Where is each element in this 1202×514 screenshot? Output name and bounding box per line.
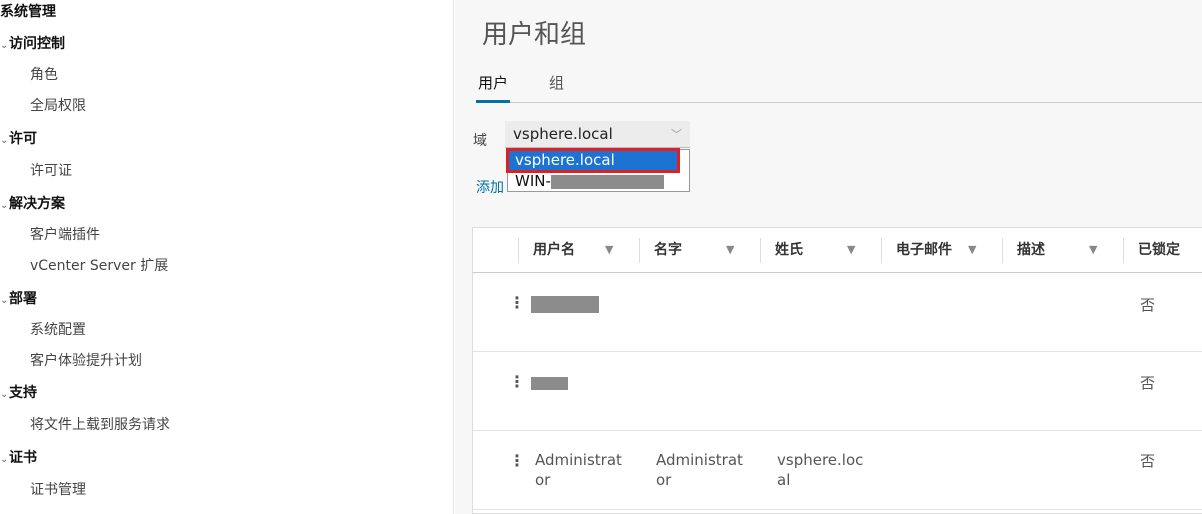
domain-select[interactable]: vsphere.local ﹀ bbox=[505, 121, 690, 148]
sidebar-item-ceip[interactable]: 客户体验提升计划 bbox=[30, 347, 142, 375]
tab-groups[interactable]: 组 bbox=[549, 68, 564, 100]
column-header-first-name[interactable]: 名字 ▼ bbox=[654, 228, 754, 272]
sidebar-root-title[interactable]: 系统管理 bbox=[0, 0, 56, 26]
domain-option-vsphere-local[interactable]: vsphere.local bbox=[506, 148, 680, 173]
sidebar-item-client-plugins[interactable]: 客户端插件 bbox=[30, 221, 100, 249]
add-user-link[interactable]: 添加 bbox=[476, 177, 504, 197]
sidebar-item-system-configuration[interactable]: 系统配置 bbox=[30, 316, 86, 344]
locked-cell: 否 bbox=[1140, 374, 1156, 392]
column-divider[interactable] bbox=[760, 238, 761, 263]
domain-dropdown-list: vsphere.local WIN- bbox=[506, 148, 690, 192]
redacted-username bbox=[531, 296, 599, 313]
column-header-label: 用户名 bbox=[533, 242, 575, 258]
column-header-label: 描述 bbox=[1017, 242, 1045, 258]
sidebar: 系统管理 ⌄访问控制 角色 全局权限 ⌄许可 许可证 ⌄解决方案 客户端插件 v… bbox=[0, 0, 454, 514]
sidebar-section-deployment[interactable]: ⌄部署 bbox=[0, 285, 37, 313]
domain-option-win[interactable]: WIN- bbox=[508, 171, 689, 192]
sidebar-item-licenses[interactable]: 许可证 bbox=[30, 157, 72, 185]
sidebar-section-label: 许可 bbox=[9, 131, 37, 147]
chevron-down-icon: ﹀ bbox=[671, 128, 682, 141]
sidebar-item-global-permissions[interactable]: 全局权限 bbox=[30, 92, 86, 120]
kebab-menu-icon[interactable]: ⋮ bbox=[509, 372, 525, 391]
chevron-down-icon[interactable]: ⌄ bbox=[0, 287, 9, 315]
chevron-down-icon[interactable]: ⌄ bbox=[0, 446, 9, 474]
column-header-locked[interactable]: 已锁定 bbox=[1138, 228, 1202, 272]
sidebar-section-label: 访问控制 bbox=[9, 36, 65, 52]
sidebar-section-licensing[interactable]: ⌄许可 bbox=[0, 125, 37, 153]
sidebar-item-certificate-management[interactable]: 证书管理 bbox=[30, 476, 86, 504]
table-row[interactable]: ⋮ Administrator Administrator vsphere.lo… bbox=[473, 431, 1202, 510]
chevron-down-icon[interactable]: ⌄ bbox=[0, 381, 9, 409]
column-header-username[interactable]: 用户名 ▼ bbox=[533, 228, 633, 272]
column-header-label: 名字 bbox=[654, 242, 682, 258]
column-divider[interactable] bbox=[1002, 238, 1003, 263]
sidebar-item-vcenter-extensions[interactable]: vCenter Server 扩展 bbox=[30, 252, 168, 280]
sidebar-item-roles[interactable]: 角色 bbox=[30, 61, 58, 89]
table-header: 用户名 ▼ 名字 ▼ 姓氏 ▼ 电子邮件 ▼ 描述 ▼ 已锁定 bbox=[473, 228, 1202, 273]
filter-icon[interactable]: ▼ bbox=[726, 228, 734, 272]
first-name-cell: Administrator bbox=[656, 451, 743, 489]
table-row[interactable]: ⋮ 否 bbox=[473, 352, 1202, 431]
users-table: 用户名 ▼ 名字 ▼ 姓氏 ▼ 电子邮件 ▼ 描述 ▼ 已锁定 ⋮ 否 ⋮ 否 … bbox=[472, 227, 1202, 514]
sidebar-section-label: 证书 bbox=[9, 450, 37, 466]
column-header-description[interactable]: 描述 ▼ bbox=[1017, 228, 1117, 272]
column-header-last-name[interactable]: 姓氏 ▼ bbox=[775, 228, 875, 272]
sidebar-item-upload-file-to-service-request[interactable]: 将文件上载到服务请求 bbox=[30, 411, 170, 439]
column-divider[interactable] bbox=[881, 238, 882, 263]
sidebar-section-certificates[interactable]: ⌄证书 bbox=[0, 444, 37, 472]
column-header-email[interactable]: 电子邮件 ▼ bbox=[896, 228, 996, 272]
redacted-block bbox=[550, 174, 664, 189]
last-name-cell: vsphere.local bbox=[777, 451, 864, 489]
tab-users[interactable]: 用户 bbox=[476, 68, 511, 103]
username-cell: Administrator bbox=[535, 451, 622, 489]
sidebar-section-label: 部署 bbox=[9, 291, 37, 307]
filter-icon[interactable]: ▼ bbox=[1089, 228, 1097, 272]
chevron-down-icon[interactable]: ⌄ bbox=[0, 192, 9, 220]
column-divider bbox=[518, 238, 519, 263]
sidebar-section-solutions[interactable]: ⌄解决方案 bbox=[0, 190, 65, 218]
locked-cell: 否 bbox=[1140, 452, 1156, 470]
kebab-menu-icon[interactable]: ⋮ bbox=[509, 293, 525, 312]
sidebar-section-access-control[interactable]: ⌄访问控制 bbox=[0, 30, 65, 58]
table-row[interactable]: ⋮ 否 bbox=[473, 273, 1202, 352]
sidebar-section-label: 支持 bbox=[9, 385, 37, 401]
filter-icon[interactable]: ▼ bbox=[605, 228, 613, 272]
page-title: 用户和组 bbox=[482, 20, 587, 50]
kebab-menu-icon[interactable]: ⋮ bbox=[509, 451, 525, 470]
sidebar-section-label: 解决方案 bbox=[9, 196, 65, 212]
sidebar-section-support[interactable]: ⌄支持 bbox=[0, 379, 37, 407]
column-divider[interactable] bbox=[639, 238, 640, 263]
locked-cell: 否 bbox=[1140, 296, 1156, 314]
domain-label: 域 bbox=[473, 133, 487, 149]
filter-icon[interactable]: ▼ bbox=[968, 228, 976, 272]
redacted-username bbox=[531, 377, 568, 390]
tab-bar: 用户 组 bbox=[476, 68, 1202, 103]
domain-option-label: WIN- bbox=[515, 172, 551, 190]
chevron-down-icon[interactable]: ⌄ bbox=[0, 32, 9, 60]
chevron-down-icon[interactable]: ⌄ bbox=[0, 127, 9, 155]
column-header-label: 电子邮件 bbox=[896, 242, 952, 258]
main-content: 用户和组 用户 组 域 vsphere.local ﹀ 添加 vsphere.l… bbox=[455, 0, 1202, 514]
domain-select-value: vsphere.local bbox=[513, 125, 613, 143]
filter-icon[interactable]: ▼ bbox=[847, 228, 855, 272]
column-header-label: 姓氏 bbox=[775, 242, 803, 258]
column-divider[interactable] bbox=[1123, 238, 1124, 263]
